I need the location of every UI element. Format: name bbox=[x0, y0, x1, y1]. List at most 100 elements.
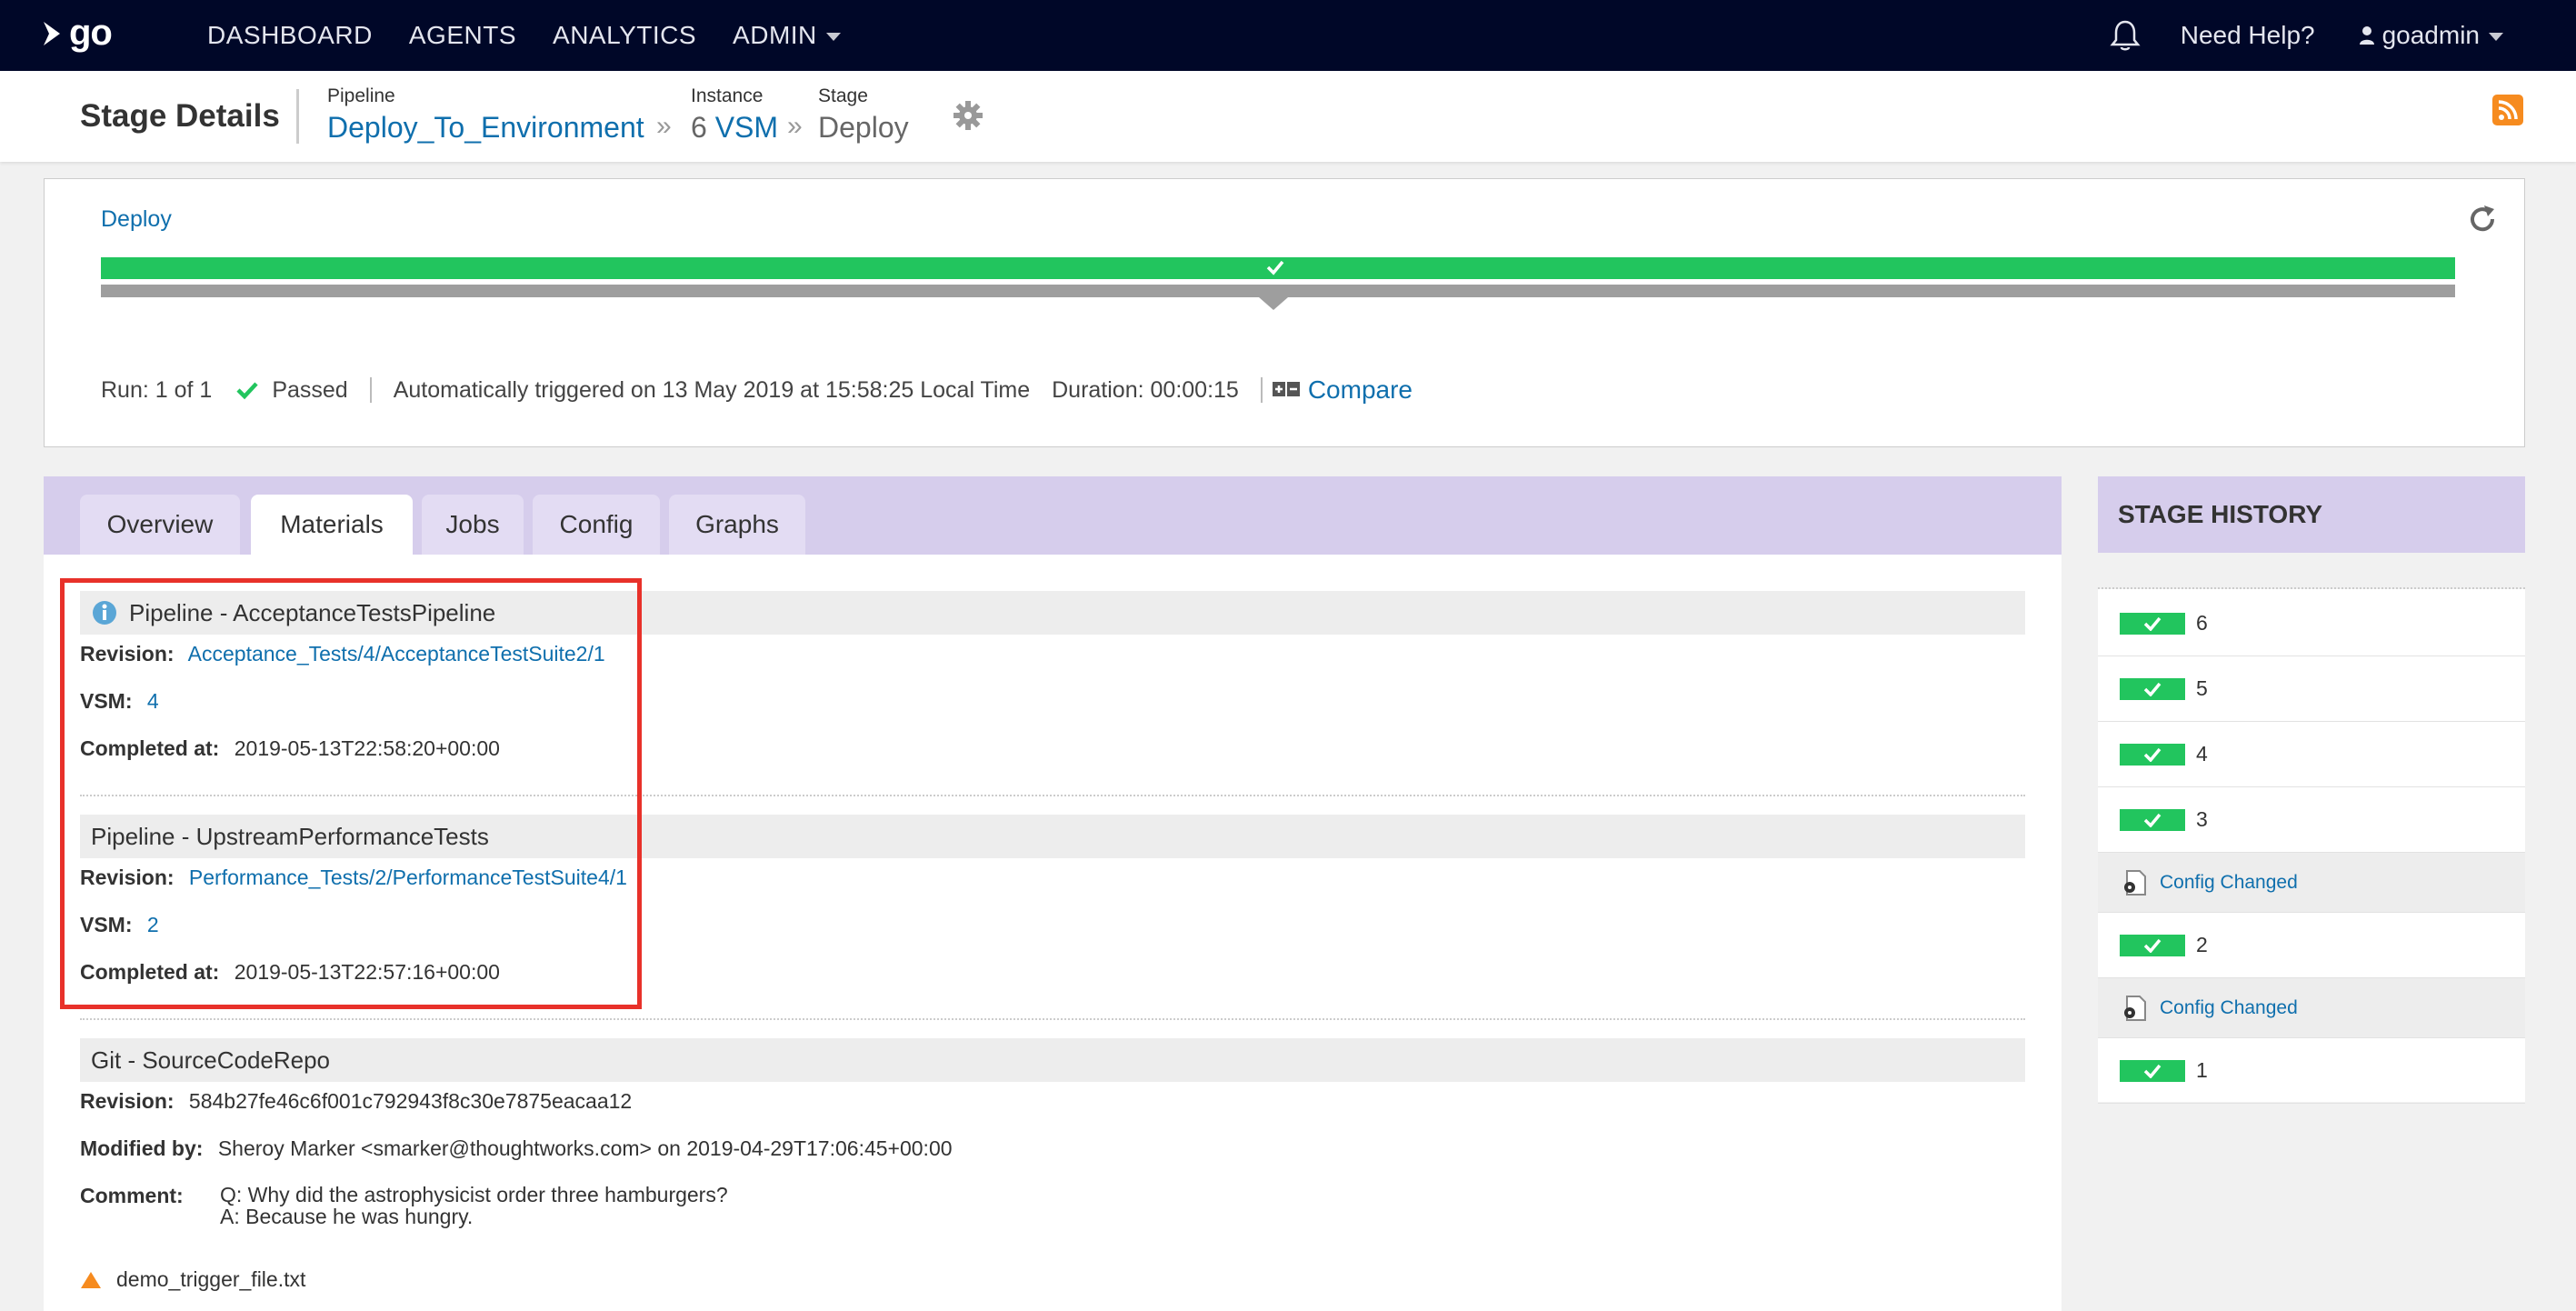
passed-badge bbox=[2120, 743, 2185, 766]
material-header: Pipeline - AcceptanceTestsPipeline bbox=[80, 591, 2025, 635]
material-revision: Revision: Acceptance_Tests/4/AcceptanceT… bbox=[80, 642, 605, 666]
passed-badge bbox=[2120, 1059, 2185, 1082]
history-item-3[interactable]: 3 bbox=[2098, 787, 2525, 853]
tab-jobs[interactable]: Jobs bbox=[422, 495, 524, 555]
check-icon bbox=[2143, 1064, 2162, 1078]
material-header: Git - SourceCodeRepo bbox=[80, 1038, 2025, 1082]
modified-file-icon bbox=[81, 1271, 101, 1288]
user-icon bbox=[2359, 26, 2374, 45]
page-title: Stage Details bbox=[80, 98, 280, 134]
gear-icon[interactable] bbox=[953, 100, 983, 131]
instance-label: Instance bbox=[691, 85, 764, 106]
nav-agents[interactable]: AGENTS bbox=[409, 21, 516, 50]
modified-file: demo_trigger_file.txt bbox=[80, 1267, 305, 1292]
vsm-label: VSM: bbox=[80, 689, 133, 713]
run-status: Passed bbox=[272, 376, 348, 403]
nav-admin-label: ADMIN bbox=[733, 21, 817, 49]
history-config-changed[interactable]: Config Changed bbox=[2098, 853, 2525, 913]
material-comment-label: Comment: bbox=[80, 1184, 193, 1208]
job-pointer-arrow bbox=[1259, 297, 1288, 310]
vsm-label: VSM: bbox=[80, 913, 133, 936]
check-icon bbox=[1266, 260, 1284, 275]
tab-label: Jobs bbox=[445, 510, 500, 538]
config-changed-link[interactable]: Config Changed bbox=[2160, 872, 2298, 894]
compare-link[interactable]: Compare bbox=[1308, 375, 1413, 405]
comment-text: Q: Why did the astrophysicist order thre… bbox=[220, 1183, 728, 1228]
material-title: Pipeline - UpstreamPerformanceTests bbox=[91, 822, 489, 850]
material-revision: Revision: 584b27fe46c6f001c792943f8c30e7… bbox=[80, 1089, 632, 1114]
material-vsm: VSM: 4 bbox=[80, 689, 159, 714]
details-panel: Overview Materials Jobs Config Graphs Pi… bbox=[44, 476, 2062, 1311]
bell-icon[interactable] bbox=[2110, 18, 2141, 53]
refresh-icon[interactable] bbox=[2466, 203, 2499, 235]
instance-vsm-link[interactable]: VSM bbox=[715, 111, 778, 144]
material-vsm: VSM: 2 bbox=[80, 913, 159, 937]
go-logo[interactable]: go bbox=[40, 13, 113, 54]
chevron-down-icon bbox=[2489, 32, 2503, 41]
history-counter: 3 bbox=[2196, 807, 2208, 831]
stage-name-link[interactable]: Deploy bbox=[101, 206, 172, 233]
history-item-2[interactable]: 2 bbox=[2098, 913, 2525, 978]
passed-check-icon bbox=[236, 382, 258, 400]
breadcrumb-separator: » bbox=[787, 111, 803, 141]
revision-label: Revision: bbox=[80, 866, 175, 889]
pipeline-link[interactable]: Deploy_To_Environment bbox=[327, 111, 644, 145]
nav-analytics[interactable]: ANALYTICS bbox=[553, 21, 696, 50]
tab-label: Overview bbox=[106, 510, 214, 538]
top-nav: go DASHBOARD AGENTS ANALYTICS ADMIN Need… bbox=[0, 0, 2576, 71]
tab-materials[interactable]: Materials bbox=[251, 495, 413, 555]
completed-value: 2019-05-13T22:58:20+00:00 bbox=[234, 736, 500, 760]
history-config-changed[interactable]: Config Changed bbox=[2098, 978, 2525, 1038]
check-icon bbox=[2143, 747, 2162, 762]
nav-dashboard[interactable]: DASHBOARD bbox=[207, 21, 373, 50]
revision-link[interactable]: Performance_Tests/2/PerformanceTestSuite… bbox=[189, 866, 627, 889]
need-help-link[interactable]: Need Help? bbox=[2181, 21, 2315, 50]
tab-label: Config bbox=[559, 510, 634, 538]
page-header: Stage Details Pipeline Deploy_To_Environ… bbox=[0, 71, 2576, 162]
comment-label: Comment: bbox=[80, 1184, 184, 1207]
passed-badge bbox=[2120, 808, 2185, 831]
material-revision: Revision: Performance_Tests/2/Performanc… bbox=[80, 866, 627, 890]
instance-value: 6 VSM bbox=[691, 111, 778, 145]
passed-badge bbox=[2120, 934, 2185, 956]
tab-overview[interactable]: Overview bbox=[80, 495, 240, 555]
check-icon bbox=[2143, 813, 2162, 827]
history-item-4[interactable]: 4 bbox=[2098, 722, 2525, 787]
passed-badge bbox=[2120, 677, 2185, 700]
breadcrumb-instance: Instance 6 VSM bbox=[691, 85, 778, 145]
history-counter: 2 bbox=[2196, 933, 2208, 956]
history-counter: 4 bbox=[2196, 742, 2208, 766]
completed-label: Completed at: bbox=[80, 736, 220, 760]
check-icon bbox=[2143, 616, 2162, 631]
tab-graphs[interactable]: Graphs bbox=[669, 495, 805, 555]
modified-label: Modified by: bbox=[80, 1136, 204, 1160]
divider bbox=[1260, 377, 1263, 403]
rss-feed-icon[interactable] bbox=[2492, 95, 2523, 125]
history-item-1[interactable]: 1 bbox=[2098, 1038, 2525, 1104]
stage-history-title: STAGE HISTORY bbox=[2098, 476, 2525, 553]
divider bbox=[369, 377, 372, 403]
material-divider bbox=[80, 1018, 2025, 1020]
tab-config[interactable]: Config bbox=[533, 495, 660, 555]
history-item-5[interactable]: 5 bbox=[2098, 656, 2525, 722]
history-counter: 1 bbox=[2196, 1058, 2208, 1082]
go-logo-icon bbox=[44, 21, 60, 45]
completed-value: 2019-05-13T22:57:16+00:00 bbox=[234, 960, 500, 984]
chevron-down-icon bbox=[825, 32, 841, 41]
user-menu[interactable]: goadmin bbox=[2359, 21, 2503, 50]
revision-label: Revision: bbox=[80, 642, 175, 666]
material-title: Git - SourceCodeRepo bbox=[91, 1046, 331, 1074]
user-name: goadmin bbox=[2381, 21, 2480, 49]
config-changed-link[interactable]: Config Changed bbox=[2160, 997, 2298, 1019]
material-modified: Modified by: Sheroy Marker <smarker@thou… bbox=[80, 1136, 953, 1161]
nav-admin[interactable]: ADMIN bbox=[733, 21, 841, 50]
history-counter: 6 bbox=[2196, 611, 2208, 635]
vsm-link[interactable]: 2 bbox=[147, 913, 159, 936]
modified-value: Sheroy Marker <smarker@thoughtworks.com>… bbox=[217, 1136, 953, 1160]
vsm-link[interactable]: 4 bbox=[147, 689, 159, 713]
revision-link[interactable]: Acceptance_Tests/4/AcceptanceTestSuite2/… bbox=[188, 642, 605, 666]
file-name: demo_trigger_file.txt bbox=[116, 1267, 306, 1291]
history-item-6[interactable]: 6 bbox=[2098, 591, 2525, 656]
rss-icon bbox=[2498, 100, 2518, 120]
compare-icon[interactable] bbox=[1272, 380, 1301, 400]
